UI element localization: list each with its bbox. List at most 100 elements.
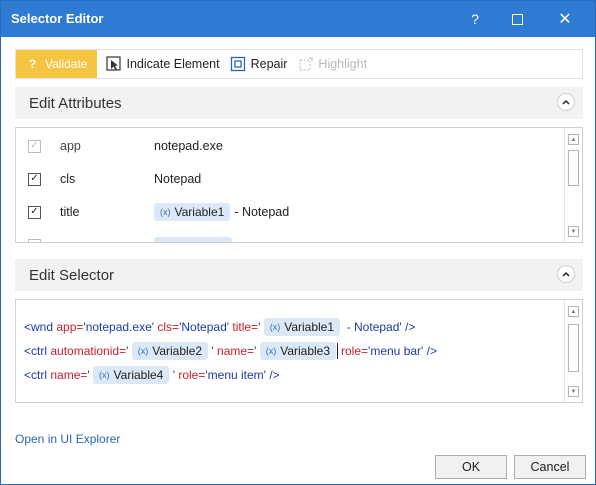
value-text: 'notepad.exe'	[83, 320, 155, 334]
variable-name: Variable1	[284, 320, 335, 334]
selector-line-2[interactable]: <ctrl automationid= ' (x) Variable2 ' na…	[24, 342, 437, 360]
selector-line-3[interactable]: <ctrl name= ' (x) Variable4 ' role= 'men…	[24, 366, 280, 384]
variable-name: Variable2	[152, 344, 203, 358]
selector-scrollbar[interactable]: ▲ ▼	[564, 300, 582, 402]
attr-text: cls=	[157, 320, 180, 334]
attr-text: automationid=	[50, 344, 127, 358]
variable-icon: (x)	[269, 322, 281, 332]
variable-chip[interactable]: (x) Variable2	[131, 342, 209, 360]
variable-icon: (x)	[160, 207, 171, 217]
attribute-value	[154, 237, 232, 242]
attribute-value: (x) Variable1 - Notepad	[154, 203, 289, 221]
help-button[interactable]: ?	[455, 1, 495, 37]
variable-chip[interactable]: (x) Variable1	[263, 318, 341, 336]
attribute-value-text[interactable]: Notepad	[154, 172, 201, 186]
attr-text: role=	[341, 344, 369, 358]
selector-editor-window: Selector Editor ? ✕ ? Validate Indicate …	[0, 0, 596, 485]
selector-line-1[interactable]: <wnd app= 'notepad.exe' cls= 'Notepad' t…	[24, 318, 415, 336]
highlight-button[interactable]: Highlight	[293, 50, 373, 78]
highlight-icon	[297, 56, 314, 73]
variable-icon: (x)	[265, 346, 277, 356]
tag-text: <ctrl	[24, 368, 48, 382]
attr-text: role=	[178, 368, 206, 382]
tag-end-text: />	[426, 344, 438, 358]
edit-attributes-header[interactable]: Edit Attributes	[15, 87, 583, 119]
attribute-value-text[interactable]: notepad.exe	[154, 139, 223, 153]
maximize-icon	[511, 13, 523, 25]
repair-button[interactable]: Repair	[226, 50, 294, 78]
selector-text-editor[interactable]: <wnd app= 'notepad.exe' cls= 'Notepad' t…	[15, 299, 583, 403]
window-title: Selector Editor	[11, 11, 104, 26]
tag-end-text: />	[405, 320, 416, 334]
attr-text: name=	[217, 344, 255, 358]
variable-chip[interactable]: (x) Variable4	[93, 366, 170, 384]
collapse-selector-button[interactable]	[557, 265, 575, 283]
help-icon: ?	[471, 11, 479, 27]
attribute-value: notepad.exe	[154, 139, 223, 153]
text-caret	[337, 343, 339, 359]
attributes-list: ✓ app notepad.exe ✓ cls Notepad ✓ title …	[15, 127, 583, 243]
scroll-thumb[interactable]	[568, 324, 579, 372]
chevron-up-icon	[562, 99, 570, 105]
edit-selector-header[interactable]: Edit Selector	[15, 259, 583, 291]
tag-text: <ctrl	[24, 344, 48, 358]
value-text: '	[258, 320, 261, 334]
variable-icon: (x)	[137, 346, 149, 356]
attribute-name: title	[60, 205, 80, 219]
maximize-button[interactable]	[497, 1, 537, 37]
attribute-value-suffix: - Notepad	[234, 205, 290, 219]
edit-attributes-title: Edit Attributes	[29, 95, 122, 112]
indicate-element-button[interactable]: Indicate Element	[101, 50, 225, 78]
variable-icon: (x)	[99, 370, 110, 380]
tag-text: <wnd	[24, 320, 54, 334]
attribute-name: cls	[60, 172, 76, 186]
attr-text: app=	[56, 320, 84, 334]
ok-button[interactable]: OK	[435, 455, 507, 479]
chevron-up-icon	[562, 271, 570, 277]
value-text: - Notepad'	[346, 320, 402, 334]
edit-selector-title: Edit Selector	[29, 267, 115, 284]
attribute-row-title: ✓ title (x) Variable1 - Notepad	[16, 198, 556, 226]
cursor-target-icon	[105, 56, 122, 73]
value-text: '	[126, 344, 129, 358]
validate-button[interactable]: ? Validate	[16, 50, 98, 78]
value-text: '	[254, 344, 257, 358]
scroll-up-icon[interactable]: ▲	[568, 306, 579, 317]
title-bar[interactable]: Selector Editor ? ✕	[1, 1, 595, 37]
open-in-ui-explorer-link[interactable]: Open in UI Explorer	[15, 432, 120, 446]
value-text: 'menu item'	[205, 368, 266, 382]
variable-chip[interactable]: (x) Variable1	[154, 203, 231, 221]
close-icon: ✕	[558, 11, 572, 28]
indicate-element-label: Indicate Element	[126, 57, 220, 71]
scroll-down-icon[interactable]: ▼	[568, 226, 579, 237]
value-text: 'Notepad'	[179, 320, 230, 334]
scroll-thumb[interactable]	[568, 150, 579, 186]
attribute-checkbox-title[interactable]: ✓	[28, 205, 41, 219]
repair-label: Repair	[250, 57, 288, 71]
collapse-attributes-button[interactable]	[557, 93, 575, 111]
variable-chip[interactable]: (x) Variable3	[259, 342, 337, 360]
toolbar: ? Validate Indicate Element Repair Highl…	[15, 49, 583, 79]
variable-name: Variable4	[113, 368, 164, 382]
scroll-up-icon[interactable]: ▲	[568, 134, 579, 145]
repair-icon	[230, 56, 247, 73]
attribute-row-cls: ✓ cls Notepad	[16, 165, 556, 193]
variable-name: Variable3	[280, 344, 331, 358]
attr-text: title=	[232, 320, 259, 334]
value-text: '	[211, 344, 214, 358]
attribute-checkbox-partial[interactable]	[28, 238, 41, 242]
attributes-scrollbar[interactable]: ▲ ▼	[564, 128, 582, 242]
tag-end-text: />	[269, 368, 280, 382]
variable-chip[interactable]	[154, 237, 232, 242]
variable-name: Variable1	[174, 205, 225, 219]
value-text: '	[172, 368, 175, 382]
question-icon: ?	[28, 57, 37, 71]
highlight-label: Highlight	[318, 57, 368, 71]
close-button[interactable]: ✕	[545, 1, 585, 37]
scroll-down-icon[interactable]: ▼	[568, 386, 579, 397]
attr-text: name=	[50, 368, 88, 382]
attribute-checkbox-app[interactable]: ✓	[28, 139, 41, 153]
value-text: '	[87, 368, 90, 382]
cancel-button[interactable]: Cancel	[514, 455, 586, 479]
attribute-checkbox-cls[interactable]: ✓	[28, 172, 41, 186]
